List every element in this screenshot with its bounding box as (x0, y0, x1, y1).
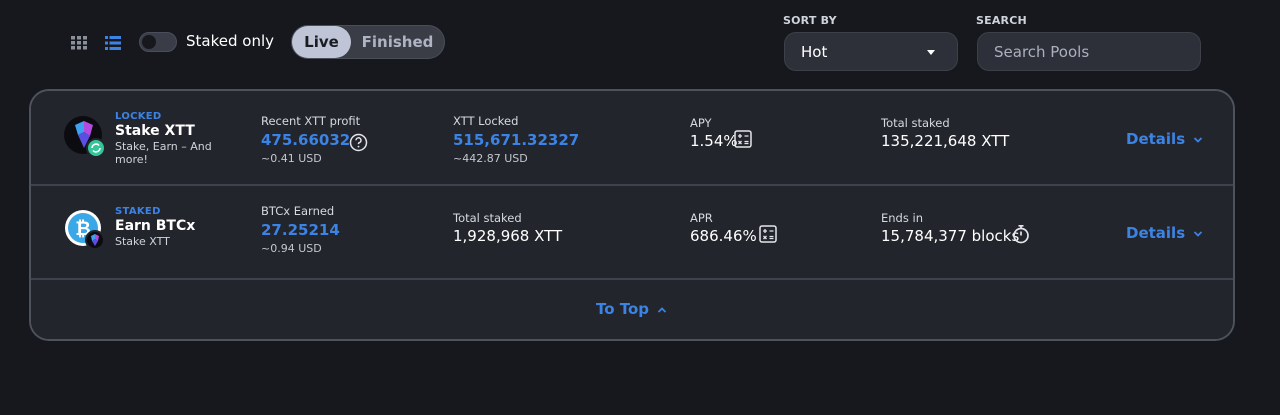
search-label: SEARCH (976, 14, 1027, 27)
search-input[interactable] (977, 32, 1201, 71)
pool-row-stake-xtt[interactable]: LOCKED Stake XTT Stake, Earn – And more!… (31, 91, 1233, 184)
chevron-down-icon (1194, 137, 1203, 143)
to-top-button[interactable]: To Top (596, 300, 667, 318)
grid-view-icon[interactable] (71, 36, 87, 50)
total-staked-value: 135,221,648 XTT (881, 132, 1010, 150)
pool-subtitle: Stake, Earn – And more! (115, 140, 212, 166)
sort-by-label: SORT BY (783, 14, 837, 27)
recent-profit-label: Recent XTT profit (261, 114, 361, 128)
list-view-icon[interactable] (105, 36, 121, 50)
live-finished-switch: Live Finished (291, 25, 445, 59)
xtt-locked-value: 515,671.32327 (453, 131, 580, 149)
tab-finished[interactable]: Finished (351, 26, 444, 58)
tab-live[interactable]: Live (292, 26, 351, 58)
recent-profit-value: 475.66032 (261, 131, 351, 149)
ends-in-value: 15,784,377 blocks (881, 227, 1020, 245)
total-staked-label: Total staked (881, 116, 950, 130)
calculator-icon[interactable] (759, 225, 777, 243)
xtt-token-icon (64, 116, 106, 158)
apy-label: APY (690, 116, 712, 130)
chevron-down-icon (1194, 231, 1203, 237)
stopwatch-icon[interactable] (1012, 224, 1030, 244)
recent-profit-usd: ~0.41 USD (261, 152, 322, 165)
btcx-token-icon: ₿ (65, 210, 105, 250)
pool-subtitle: Stake XTT (115, 235, 170, 248)
sort-select[interactable]: Hot (784, 32, 958, 71)
btcx-earned-label: BTCx Earned (261, 204, 335, 218)
details-label: Details (1126, 224, 1186, 242)
btcx-earned-value: 27.25214 (261, 221, 340, 239)
pools-table: LOCKED Stake XTT Stake, Earn – And more!… (29, 89, 1235, 341)
details-button[interactable]: Details (1126, 130, 1203, 148)
to-top-label: To Top (596, 300, 650, 318)
calculator-icon[interactable] (734, 130, 752, 148)
chevron-up-icon (658, 307, 667, 313)
staked-only-toggle[interactable] (139, 32, 177, 52)
table-footer: To Top (31, 280, 1233, 339)
xtt-locked-usd: ~442.87 USD (453, 152, 528, 165)
total-staked-value: 1,928,968 XTT (453, 227, 563, 245)
details-button[interactable]: Details (1126, 224, 1203, 242)
btcx-earned-usd: ~0.94 USD (261, 242, 322, 255)
details-label: Details (1126, 130, 1186, 148)
pool-name: Earn BTCx (115, 218, 196, 234)
apr-label: APR (690, 211, 713, 225)
apr-value: 686.46% (690, 227, 757, 245)
help-icon[interactable] (349, 133, 368, 152)
pool-name: Stake XTT (115, 123, 195, 139)
xtt-locked-label: XTT Locked (453, 114, 519, 128)
pool-tag: STAKED (115, 206, 161, 217)
caret-down-icon (927, 50, 935, 55)
ends-in-label: Ends in (881, 211, 923, 225)
toggle-knob (142, 35, 156, 49)
apy-value: 1.54% (690, 132, 738, 150)
pool-row-earn-btcx[interactable]: ₿ STAKED Earn BTCx Stake XTT BTCx Earned… (31, 186, 1233, 279)
total-staked-label: Total staked (453, 211, 522, 225)
sort-select-value: Hot (801, 43, 828, 61)
staked-only-label: Staked only (186, 32, 274, 50)
pool-tag: LOCKED (115, 111, 162, 122)
